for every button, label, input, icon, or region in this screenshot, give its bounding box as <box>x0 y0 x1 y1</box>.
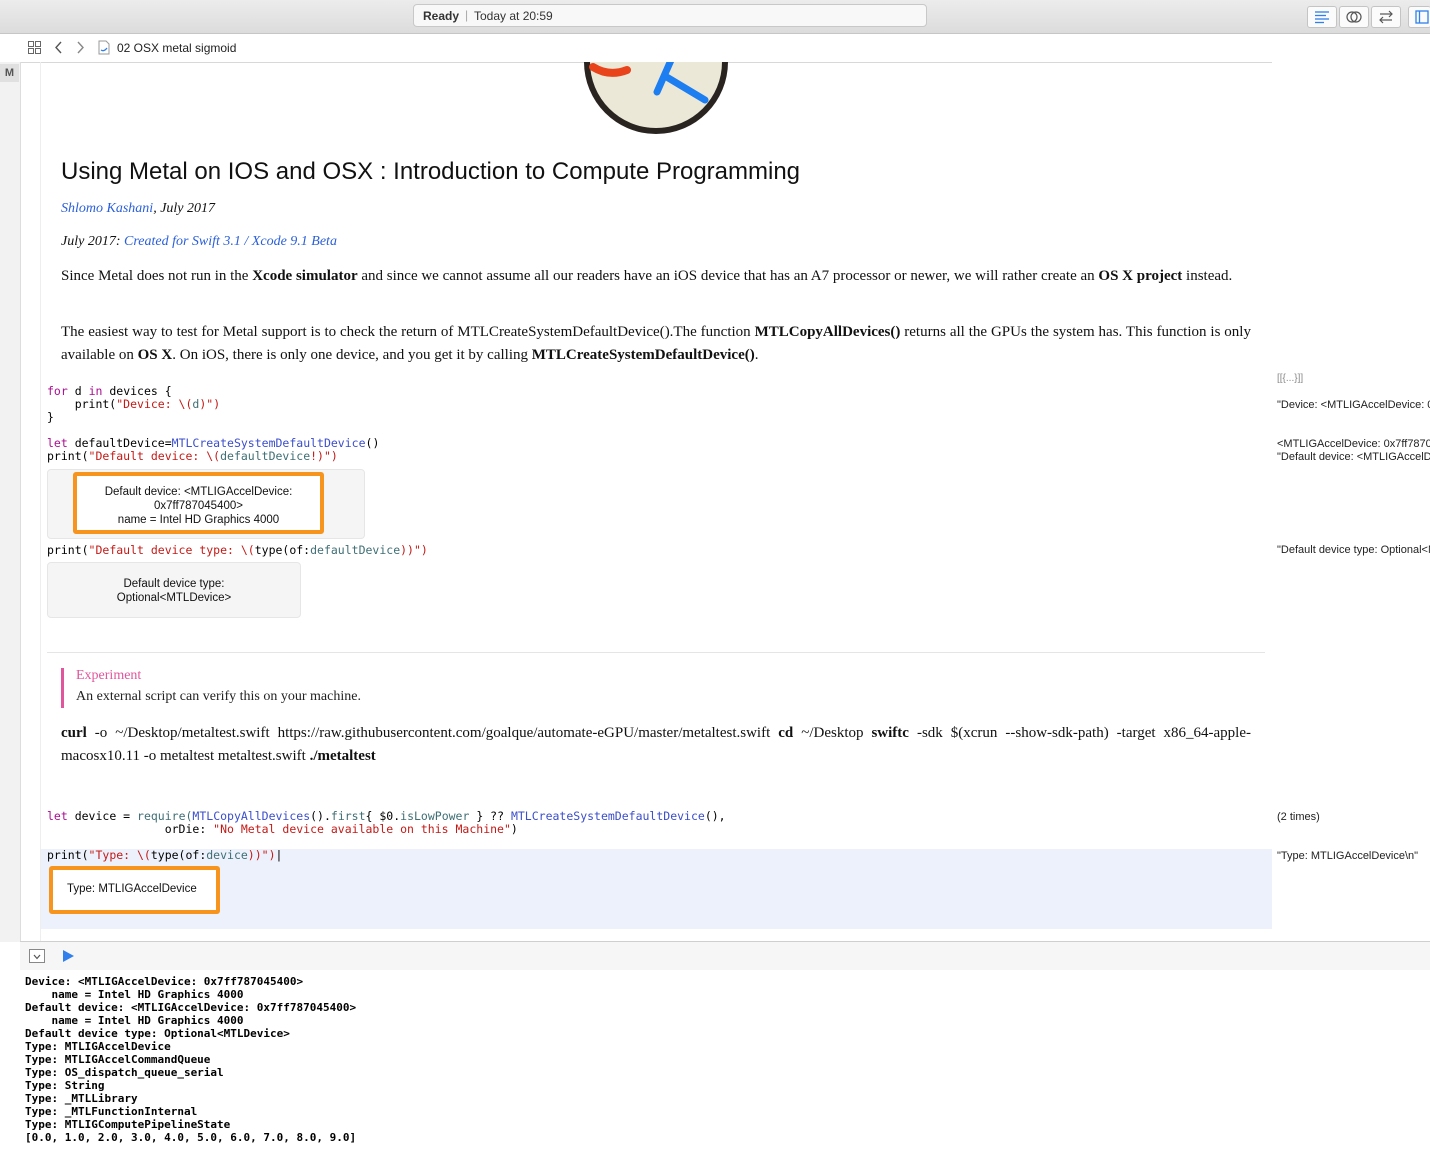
para2-bold-3: MTLCreateSystemDefaultDevice() <box>531 347 755 363</box>
cmd-text-1: -o ~/Desktop/metaltest.swift https://raw… <box>86 725 779 741</box>
console-output-text: Device: <MTLIGAccelDevice: 0x7ff78704540… <box>25 975 357 1144</box>
navigator-toggle-icon <box>1415 10 1429 24</box>
version-line: July 2017: Created for Swift 3.1 / Xcode… <box>61 234 337 250</box>
status-ready-label: Ready <box>423 9 460 23</box>
editor-version-icon <box>1379 10 1393 24</box>
experiment-text: An external script can verify this on yo… <box>76 689 361 704</box>
logo-image <box>584 62 728 134</box>
editor-standard-icon <box>1315 11 1329 24</box>
editor-assistant-icon <box>1346 11 1362 23</box>
intro-paragraph: Since Metal does not run in the Xcode si… <box>61 265 1251 288</box>
page-title: Using Metal on IOS and OSX : Introductio… <box>61 158 801 185</box>
editor-version-button[interactable] <box>1371 6 1401 28</box>
para2-text-1: The easiest way to test for Metal suppor… <box>61 324 755 340</box>
result-r0[interactable]: [[{...}]] <box>1277 373 1303 384</box>
playground-editor[interactable]: Using Metal on IOS and OSX : Introductio… <box>40 62 1273 941</box>
cmd-bold-swiftc: swiftc <box>871 725 909 741</box>
section-divider <box>47 652 1265 653</box>
cmd-text-2: ~/Desktop <box>793 725 872 741</box>
run-triangle-icon[interactable] <box>62 949 75 963</box>
result-r2a[interactable]: <MTLIGAccelDevice: 0x7ff787045400> <box>1277 438 1430 450</box>
code-line-close-brace[interactable]: } <box>47 411 54 424</box>
code-line-print-device[interactable]: print("Device: \(d)") <box>47 398 220 411</box>
status-separator: | <box>465 8 469 22</box>
cmd-bold-cd: cd <box>778 725 794 741</box>
back-chevron-icon[interactable] <box>54 41 63 54</box>
highlight-box-2: Type: MTLIGAccelDevice <box>49 866 220 914</box>
editor-assistant-button[interactable] <box>1339 6 1369 28</box>
window-toolbar: Ready | Today at 20:59 <box>0 0 1430 34</box>
debug-bar <box>20 941 1430 971</box>
shell-command-paragraph: curl -o ~/Desktop/metaltest.swift https:… <box>61 722 1251 768</box>
para1-bold-2: OS X project <box>1098 268 1183 284</box>
author-link[interactable]: Shlomo Kashani <box>61 201 153 216</box>
experiment-bar <box>61 668 64 708</box>
editor-standard-button[interactable] <box>1307 6 1337 28</box>
result-text-default-device: Default device: <MTLIGAccelDevice: 0x7ff… <box>104 486 293 526</box>
inline-result-default-device: Default device: <MTLIGAccelDevice: 0x7ff… <box>47 469 365 539</box>
result-text-type: Type: MTLIGAccelDevice <box>67 883 197 895</box>
para1-text-3: instead. <box>1182 268 1233 284</box>
version-link[interactable]: Created for Swift 3.1 / Xcode 9.1 Beta <box>124 234 337 249</box>
cmd-bold-run: ./metaltest <box>309 748 376 764</box>
jump-bar: 02 OSX metal sigmoid <box>20 34 1430 63</box>
para2-text-4: . <box>754 347 759 363</box>
console-output-area[interactable]: Device: <MTLIGAccelDevice: 0x7ff78704540… <box>20 970 1430 1164</box>
modified-marker: M <box>0 64 19 82</box>
cmd-bold-curl: curl <box>61 725 87 741</box>
para1-text-2: and since we cannot assume all our reade… <box>357 268 1099 284</box>
status-time-label: Today at 20:59 <box>474 9 553 23</box>
para2-bold-2: OS X <box>137 347 173 363</box>
highlight-box-1: Default device: <MTLIGAccelDevice: 0x7ff… <box>73 472 324 534</box>
activity-status-bar: Ready | Today at 20:59 <box>413 4 927 27</box>
left-gutter <box>0 62 21 942</box>
version-prefix: July 2017: <box>61 234 124 249</box>
support-paragraph: The easiest way to test for Metal suppor… <box>61 321 1251 367</box>
breadcrumb-file-name[interactable]: 02 OSX metal sigmoid <box>117 41 236 55</box>
code-line-ordie[interactable]: orDie: "No Metal device available on thi… <box>47 823 518 836</box>
para2-text-3: . On iOS, there is only one device, and … <box>172 347 532 363</box>
code-line-print-type-device[interactable]: print("Type: \(type(of:device))")| <box>47 849 282 862</box>
forward-chevron-icon[interactable] <box>76 41 85 54</box>
inline-result-device-type: Default device type: Optional<MTLDevice> <box>47 562 301 618</box>
navigator-toggle-button[interactable] <box>1408 6 1430 28</box>
code-line-print-type[interactable]: print("Default device type: \(type(of:de… <box>47 544 428 557</box>
result-r3[interactable]: "Default device type: Optional<MTLDevice… <box>1277 544 1430 556</box>
para2-bold-1: MTLCopyAllDevices() <box>754 324 901 340</box>
result-r5[interactable]: "Type: MTLIGAccelDevice\n" <box>1277 850 1418 862</box>
author-date: , July 2017 <box>153 201 216 216</box>
result-r4[interactable]: (2 times) <box>1277 811 1320 823</box>
experiment-label: Experiment <box>76 668 142 683</box>
grid-icon[interactable] <box>28 41 41 54</box>
para1-text-1: Since Metal does not run in the <box>61 268 253 284</box>
author-line: Shlomo Kashani, July 2017 <box>61 201 215 217</box>
swift-file-icon <box>98 40 110 55</box>
code-line-print-default[interactable]: print("Default device: \(defaultDevice!)… <box>47 450 338 463</box>
para1-bold-1: Xcode simulator <box>252 268 358 284</box>
console-toggle-button[interactable] <box>29 949 45 963</box>
console-toggle-icon <box>33 954 41 960</box>
result-text-device-type: Default device type: Optional<MTLDevice> <box>116 578 232 604</box>
results-sidebar: [[{...}]] "Device: <MTLIGAccelDevice: 0x… <box>1272 62 1430 941</box>
result-r2b[interactable]: "Default device: <MTLIGAccelDevice: 0x7f… <box>1277 451 1430 463</box>
result-r1[interactable]: "Device: <MTLIGAccelDevice: 0x7ff7870454… <box>1277 399 1430 411</box>
